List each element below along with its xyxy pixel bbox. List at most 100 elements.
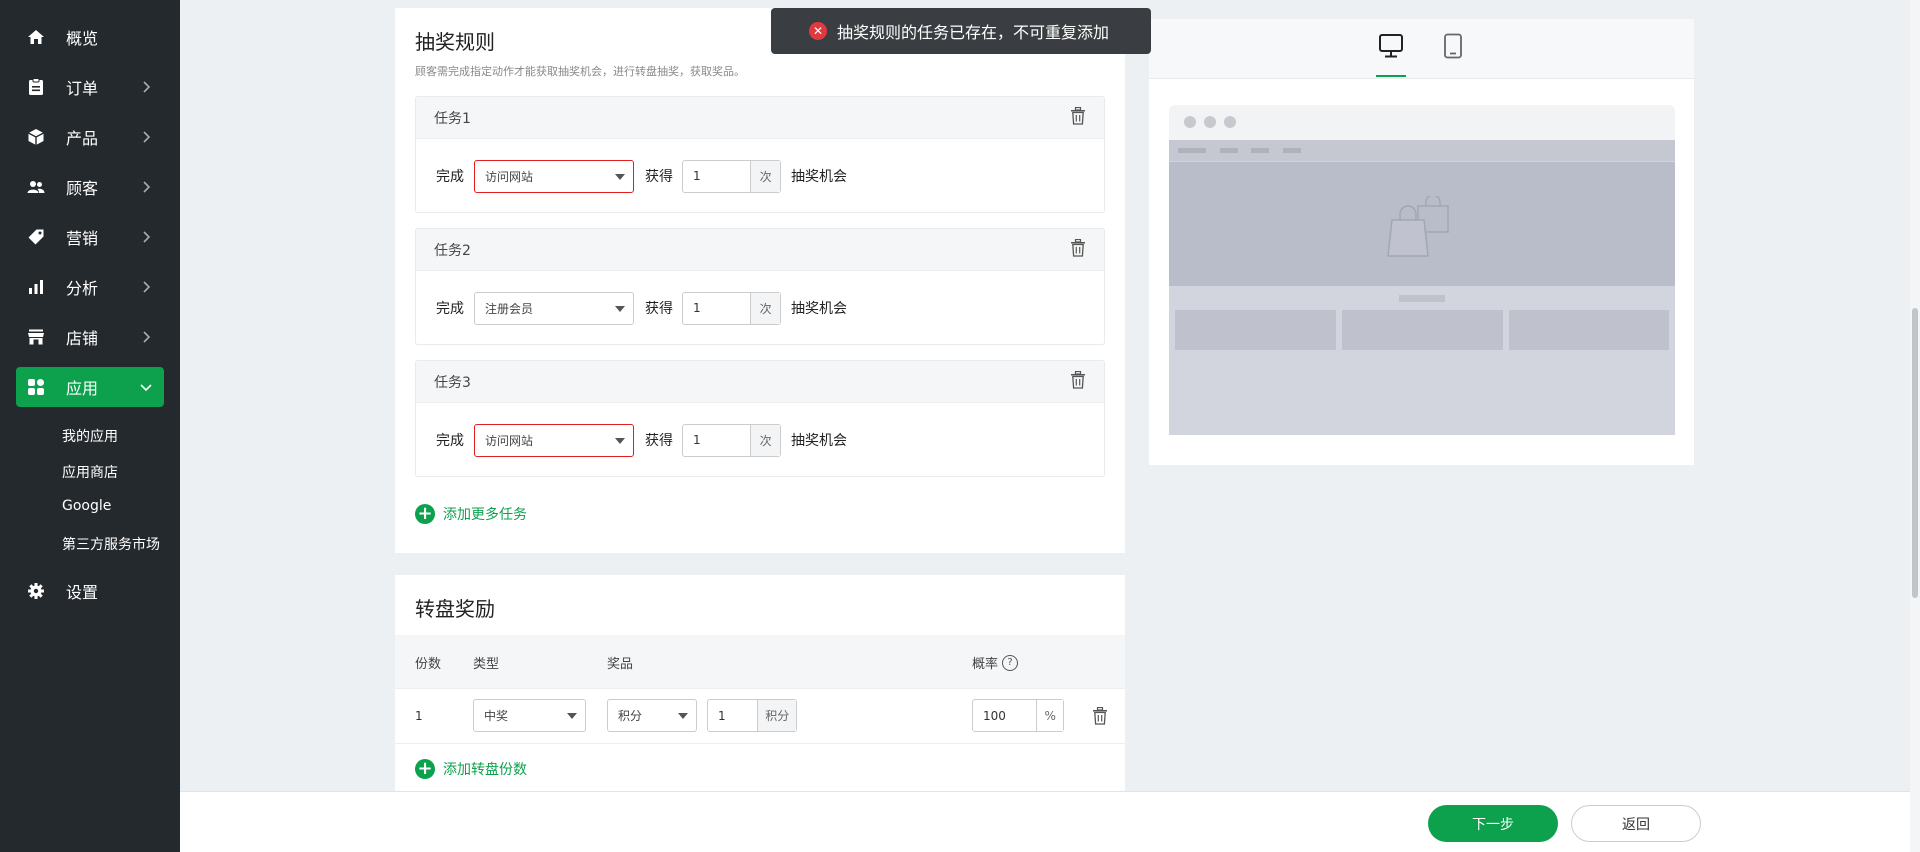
mockup-nav-item <box>1283 148 1301 153</box>
caret-down-icon <box>615 173 625 180</box>
reward-count: 1 <box>415 709 423 723</box>
sidebar-subitem-my-apps[interactable]: 我的应用 <box>62 426 118 446</box>
task-panel: 任务2 完成 注册会员 获得 1 次 抽奖机会 <box>415 228 1105 345</box>
task-header: 任务3 <box>416 361 1104 403</box>
prize-amount-input[interactable]: 1 积分 <box>707 699 797 732</box>
sidebar-item-label: 概览 <box>66 29 99 48</box>
task-count-input[interactable]: 1 次 <box>682 423 781 457</box>
caret-down-icon <box>615 437 625 444</box>
task-count-input[interactable]: 1 次 <box>682 291 781 325</box>
next-button[interactable]: 下一步 <box>1428 805 1558 842</box>
sidebar-item-apps[interactable]: 应用 <box>16 367 164 407</box>
trash-icon[interactable] <box>1092 706 1108 729</box>
sidebar-item-label: 顾客 <box>66 179 99 198</box>
probability-value: 100 <box>983 708 1006 723</box>
reward-type-select[interactable]: 中奖 <box>473 699 586 732</box>
tab-desktop[interactable] <box>1376 33 1406 77</box>
chevron-right-icon <box>136 227 156 247</box>
sidebar-item-overview[interactable]: 概览 <box>16 17 164 57</box>
probability-input[interactable]: 100 % <box>972 699 1064 732</box>
preview-tabs <box>1149 19 1694 79</box>
prize-amount-unit: 积分 <box>757 700 796 731</box>
col-type: 类型 <box>473 657 500 672</box>
task-count-value: 1 <box>693 433 701 447</box>
rules-title: 抽奖规则 <box>415 30 495 54</box>
trash-icon[interactable] <box>1070 106 1086 129</box>
sidebar-item-label: 分析 <box>66 279 99 298</box>
sidebar-item-products[interactable]: 产品 <box>16 117 164 157</box>
caret-down-icon <box>615 305 625 312</box>
complete-label: 完成 <box>436 301 464 317</box>
caret-down-icon <box>678 713 688 719</box>
prize-amount-value: 1 <box>718 708 726 723</box>
chevron-down-icon <box>136 377 156 397</box>
sidebar-subitem-app-store[interactable]: 应用商店 <box>62 462 118 482</box>
home-icon <box>26 27 46 47</box>
sidebar-item-label: 店铺 <box>66 329 99 348</box>
task-name: 任务3 <box>434 374 471 391</box>
prize-type-select[interactable]: 积分 <box>607 699 697 732</box>
task-header: 任务1 <box>416 97 1104 139</box>
gear-icon <box>26 581 46 601</box>
tag-icon <box>26 227 46 247</box>
add-wheel-slot-label: 添加转盘份数 <box>443 762 527 778</box>
store-icon <box>26 327 46 347</box>
trash-icon[interactable] <box>1070 238 1086 261</box>
task-header: 任务2 <box>416 229 1104 271</box>
sidebar-subitem-third-party-market[interactable]: 第三方服务市场 <box>62 534 160 554</box>
reward-label: 抽奖机会 <box>791 301 847 317</box>
task-panel: 任务1 完成 访问网站 获得 1 次 抽奖机会 <box>415 96 1105 213</box>
chevron-right-icon <box>136 277 156 297</box>
people-icon <box>26 177 46 197</box>
task-count-unit: 次 <box>750 424 780 456</box>
chevron-right-icon <box>136 177 156 197</box>
mockup-product-card <box>1509 310 1669 350</box>
task-name: 任务1 <box>434 110 471 127</box>
scrollbar-thumb[interactable] <box>1912 308 1918 598</box>
task-count-unit: 次 <box>750 160 780 192</box>
sidebar-item-label: 营销 <box>66 229 99 248</box>
toast-message: 抽奖规则的任务已存在，不可重复添加 <box>837 23 1110 42</box>
rewards-title: 转盘奖励 <box>415 597 495 621</box>
window-dot <box>1224 116 1236 128</box>
tab-mobile[interactable] <box>1441 33 1465 63</box>
task-action-select[interactable]: 访问网站 <box>474 159 634 193</box>
task-count-value: 1 <box>693 169 701 183</box>
caret-down-icon <box>567 713 577 719</box>
task-action-select[interactable]: 访问网站 <box>474 423 634 457</box>
shopping-bag-icon <box>1386 194 1462 264</box>
task-count-unit: 次 <box>750 292 780 324</box>
mockup-product-card <box>1175 310 1336 350</box>
add-more-tasks-button[interactable]: + 添加更多任务 <box>415 504 527 524</box>
mockup-heading <box>1399 295 1445 302</box>
trash-icon[interactable] <box>1070 370 1086 393</box>
clipboard-icon <box>26 77 46 97</box>
sidebar-item-marketing[interactable]: 营销 <box>16 217 164 257</box>
sidebar-item-settings[interactable]: 设置 <box>16 571 164 611</box>
task-action-value: 注册会员 <box>485 301 534 316</box>
plus-circle-icon: + <box>415 759 435 779</box>
sidebar-item-label: 应用 <box>66 379 99 398</box>
probability-unit: % <box>1036 700 1063 731</box>
sidebar-item-store[interactable]: 店铺 <box>16 317 164 357</box>
bar-chart-icon <box>26 277 46 297</box>
mockup-nav-item <box>1178 148 1206 153</box>
task-count-input[interactable]: 1 次 <box>682 159 781 193</box>
help-icon[interactable]: ? <box>1002 654 1019 671</box>
sidebar-item-customers[interactable]: 顾客 <box>16 167 164 207</box>
add-wheel-slot-button[interactable]: + 添加转盘份数 <box>415 759 527 779</box>
sidebar-subitem-google[interactable]: Google <box>62 498 111 514</box>
mockup-nav-item <box>1251 148 1269 153</box>
back-button[interactable]: 返回 <box>1571 805 1701 842</box>
task-action-value: 访问网站 <box>485 433 534 448</box>
sidebar-item-orders[interactable]: 订单 <box>16 67 164 107</box>
task-action-value: 访问网站 <box>485 169 534 184</box>
get-label: 获得 <box>645 433 673 449</box>
sidebar-item-label: 产品 <box>66 129 99 148</box>
error-icon: ✕ <box>809 22 827 40</box>
sidebar-item-analytics[interactable]: 分析 <box>16 267 164 307</box>
task-action-select[interactable]: 注册会员 <box>474 291 634 325</box>
task-body: 完成 注册会员 获得 1 次 抽奖机会 <box>416 271 1104 345</box>
task-name: 任务2 <box>434 242 471 259</box>
task-count-value: 1 <box>693 301 701 315</box>
